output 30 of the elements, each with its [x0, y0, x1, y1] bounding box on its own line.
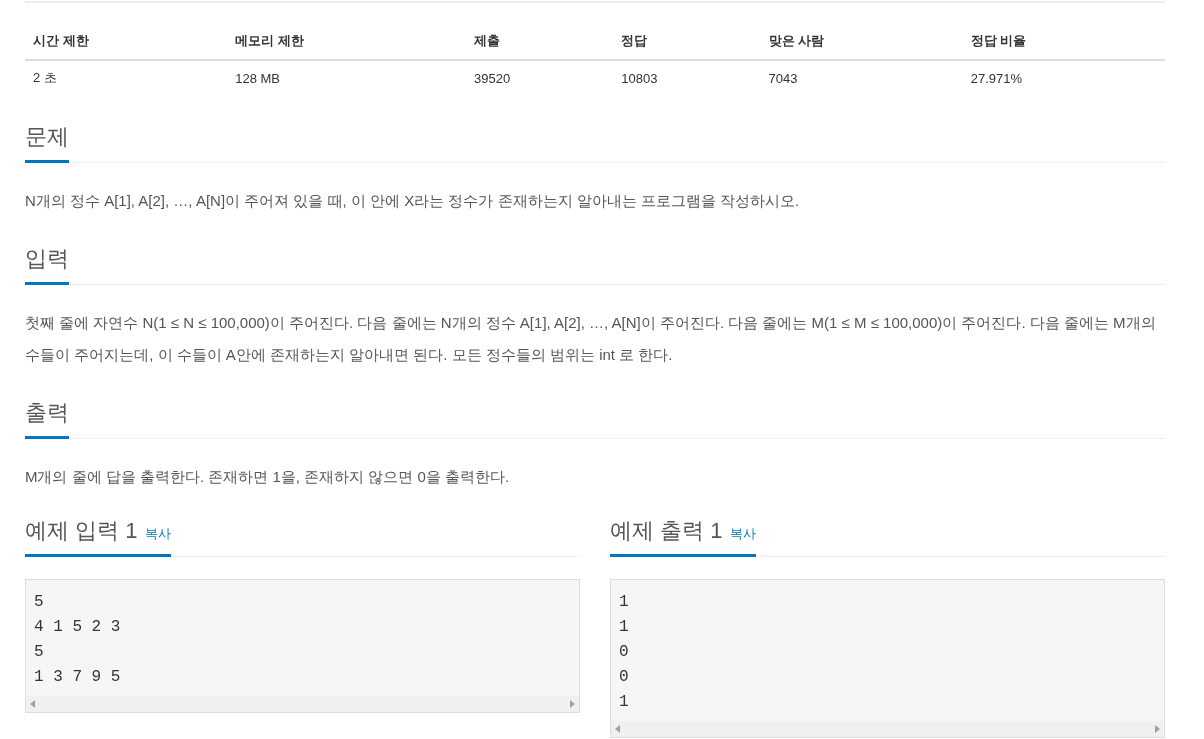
sample-title: 예제 출력 1 — [610, 517, 723, 545]
column-header: 시간 제한 — [33, 32, 89, 50]
sample-code: 5 4 1 5 2 3 5 1 3 7 9 5 — [33, 592, 122, 688]
table-cell: 128 MB — [235, 70, 280, 86]
section-text: M개의 줄에 답을 출력한다. 존재하면 1을, 존재하지 않으면 0을 출력한다. — [25, 467, 511, 487]
scroll-right-icon[interactable] — [570, 700, 575, 708]
column-header: 정답 — [621, 32, 648, 50]
table-cell: 27.971% — [970, 70, 1023, 86]
table-cell: 2 초 — [33, 69, 57, 87]
section-text: 첫째 줄에 자연수 N(1 ≤ N ≤ 100,000)이 주어진다. 다음 줄에는 N개의 정수 A[1], A[2], …, A[N]이 주어진다. 다음 줄에는 M(1 ≤ M ≤ 100,000)이 주어진다. 다음 줄에는 M개의 수들이 주어지는데, 이 수들이 A안에 존재하는지 알아내면 된다. 모든 정수들의 범위는 int 로 한다. — [25, 313, 1157, 365]
column-header: 제출 — [474, 32, 501, 50]
sample-title: 예제 입력 1 — [25, 517, 138, 545]
column-header: 정답 비율 — [970, 32, 1027, 50]
scroll-left-icon[interactable] — [615, 725, 620, 733]
scroll-left-icon[interactable] — [30, 700, 35, 708]
copy-link[interactable]: 복사 — [730, 525, 757, 543]
section-title: 문제 — [25, 123, 69, 151]
table-cell: 39520 — [474, 70, 511, 86]
sample-code: 1 1 0 0 1 — [618, 592, 630, 713]
section-text: N개의 정수 A[1], A[2], …, A[N]이 주어져 있을 때, 이 안에 X라는 정수가 존재하는지 알아내는 프로그램을 작성하시오. — [25, 191, 801, 211]
section-title: 출력 — [25, 399, 69, 427]
copy-link[interactable]: 복사 — [145, 525, 172, 543]
column-header: 메모리 제한 — [235, 32, 304, 50]
column-header: 맞은 사람 — [768, 32, 825, 50]
section-title: 입력 — [25, 245, 69, 273]
table-cell: 7043 — [768, 70, 798, 86]
scroll-right-icon[interactable] — [1155, 725, 1160, 733]
horizontal-scrollbar[interactable] — [611, 721, 1164, 737]
horizontal-scrollbar[interactable] — [26, 696, 579, 712]
table-cell: 10803 — [621, 70, 658, 86]
